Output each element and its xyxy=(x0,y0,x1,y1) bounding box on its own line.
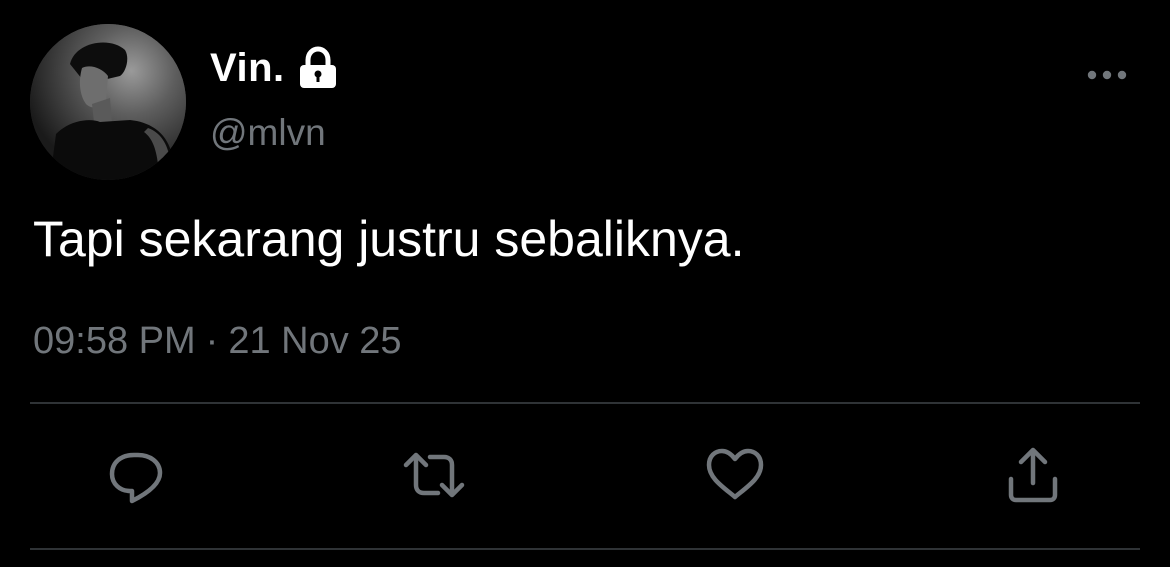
user-handle[interactable]: @mlvn xyxy=(210,112,326,154)
tweet-text: Tapi sekarang justru sebaliknya. xyxy=(33,211,745,267)
divider xyxy=(30,402,1140,404)
tweet-date: 21 Nov 25 xyxy=(228,320,402,362)
share-upload-icon xyxy=(1008,447,1058,503)
retweet-button[interactable] xyxy=(399,440,469,510)
heart-icon xyxy=(706,448,764,500)
like-button[interactable] xyxy=(700,440,770,510)
tweet-card: Vin. @mlvn Tapi sekarang justru sebalikn… xyxy=(0,0,1170,567)
share-button[interactable] xyxy=(998,440,1068,510)
lock-icon xyxy=(297,46,339,90)
author-name-row: Vin. xyxy=(210,40,339,96)
display-name[interactable]: Vin. xyxy=(210,46,285,91)
more-horizontal-icon xyxy=(1087,70,1127,80)
tweet-timestamp[interactable]: 09:58 PM · 21 Nov 25 xyxy=(33,320,402,363)
bottom-divider xyxy=(30,548,1140,550)
retweet-icon xyxy=(403,452,465,498)
action-bar xyxy=(0,440,1170,520)
tweet-time: 09:58 PM xyxy=(33,320,196,362)
avatar-photo xyxy=(30,24,186,180)
reply-button[interactable] xyxy=(101,440,171,510)
more-options-button[interactable] xyxy=(1086,64,1128,86)
reply-bubble-icon xyxy=(109,452,163,504)
avatar[interactable] xyxy=(30,24,186,180)
timestamp-separator: · xyxy=(205,320,219,362)
